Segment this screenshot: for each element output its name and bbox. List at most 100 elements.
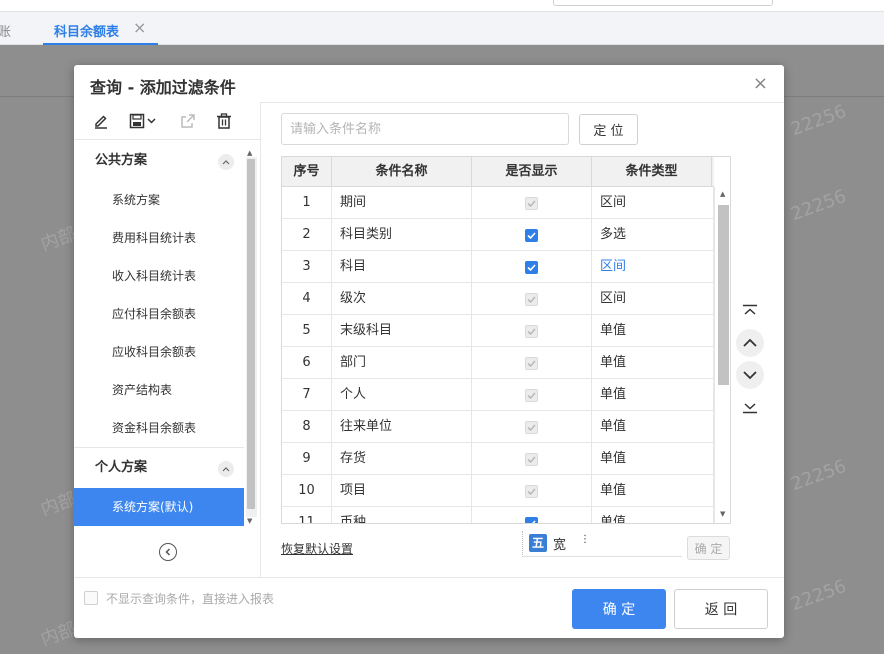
close-icon[interactable]: × [753, 73, 768, 94]
chevron-up-icon[interactable] [218, 154, 234, 170]
table-row[interactable]: 1 期间 区间 [282, 187, 714, 219]
ime-mode-indicator[interactable]: 五 [529, 534, 547, 552]
restore-defaults-link[interactable]: 恢复默认设置 [281, 540, 353, 557]
condition-name: 项目 [332, 475, 472, 507]
condition-type[interactable]: 单值 [592, 315, 714, 347]
tab-account-balance[interactable]: 科目余额表 × [43, 12, 158, 45]
edit-icon[interactable] [90, 110, 112, 132]
row-number: 1 [282, 187, 332, 219]
scheme-item[interactable]: 收入科目统计表 [74, 257, 244, 295]
show-checkbox [525, 292, 538, 306]
ime-toolbar: 五 宽 ⋮ [522, 531, 682, 557]
condition-type[interactable]: 单值 [592, 347, 714, 379]
row-number: 6 [282, 347, 332, 379]
condition-search-input[interactable] [281, 113, 569, 145]
scheme-item[interactable]: 费用科目统计表 [74, 219, 244, 257]
scrollbar-thumb[interactable] [718, 205, 729, 385]
condition-type[interactable]: 单值 [592, 475, 714, 507]
scheme-item[interactable]: 资产结构表 [74, 371, 244, 409]
scheme-item[interactable]: 应付科目余额表 [74, 295, 244, 333]
show-cell [472, 411, 592, 443]
table-header: 序号 条件名称 是否显示 条件类型 [282, 157, 714, 187]
show-cell [472, 507, 592, 523]
top-search-box[interactable] [553, 0, 773, 6]
row-number: 7 [282, 379, 332, 411]
show-cell [472, 315, 592, 347]
table-row[interactable]: 4 级次 区间 [282, 283, 714, 315]
delete-icon[interactable] [213, 110, 235, 132]
group-public-schemes[interactable]: 公共方案 [74, 141, 244, 181]
locate-button[interactable]: 定 位 [579, 114, 638, 145]
condition-table: 序号 条件名称 是否显示 条件类型 1 期间 区间 2 科目类别 多选 3 科目 区间 4 级次 区间… [281, 156, 731, 524]
show-checkbox [525, 324, 538, 338]
show-cell [472, 283, 592, 315]
move-to-top-icon[interactable] [736, 297, 764, 325]
tab-label: 科目余额表 [54, 25, 120, 40]
condition-type[interactable]: 单值 [592, 379, 714, 411]
condition-type[interactable]: 单值 [592, 443, 714, 475]
show-checkbox[interactable] [525, 516, 538, 523]
chevron-up-icon[interactable] [218, 461, 234, 477]
table-row[interactable]: 9 存货 单值 [282, 443, 714, 475]
scheme-list: 公共方案 系统方案 费用科目统计表 收入科目统计表 应付科目余额表 应收科目余额… [74, 141, 244, 531]
condition-name: 部门 [332, 347, 472, 379]
ime-width-indicator[interactable]: 宽 [553, 534, 566, 553]
condition-type[interactable]: 单值 [592, 507, 714, 523]
tab-previous-fragment[interactable]: 账 [0, 21, 11, 40]
scheme-item[interactable]: 应收科目余额表 [74, 333, 244, 371]
table-row[interactable]: 11 币种 单值 [282, 507, 714, 523]
row-number: 8 [282, 411, 332, 443]
move-down-icon[interactable] [736, 361, 764, 389]
scheme-toolbar [74, 102, 261, 140]
table-row[interactable]: 10 项目 单值 [282, 475, 714, 507]
column-header: 是否显示 [472, 157, 592, 187]
condition-type[interactable]: 区间 [592, 251, 714, 283]
scroll-down-arrow-icon[interactable]: ▼ [720, 510, 725, 518]
scheme-item-active[interactable]: 系统方案(默认) [74, 488, 244, 526]
table-row[interactable]: 6 部门 单值 [282, 347, 714, 379]
scroll-up-arrow-icon[interactable]: ▲ [247, 149, 252, 157]
scroll-up-arrow-icon[interactable]: ▲ [720, 190, 725, 198]
small-confirm-button[interactable]: 确 定 [687, 536, 730, 560]
condition-type[interactable]: 区间 [592, 283, 714, 315]
condition-type[interactable]: 多选 [592, 219, 714, 251]
scrollbar-thumb[interactable] [247, 159, 255, 509]
scheme-item[interactable]: 资金科目余额表 [74, 409, 244, 447]
move-up-icon[interactable] [736, 329, 764, 357]
row-number: 10 [282, 475, 332, 507]
table-row[interactable]: 3 科目 区间 [282, 251, 714, 283]
back-button[interactable]: 返 回 [674, 589, 768, 629]
collapse-panel-icon[interactable] [159, 543, 177, 561]
export-icon[interactable] [177, 110, 199, 132]
show-cell [472, 475, 592, 507]
table-row[interactable]: 5 末级科目 单值 [282, 315, 714, 347]
show-checkbox[interactable] [525, 228, 538, 242]
row-number: 5 [282, 315, 332, 347]
save-dropdown-icon[interactable] [128, 110, 160, 132]
row-number: 2 [282, 219, 332, 251]
scroll-down-arrow-icon[interactable]: ▼ [247, 517, 252, 525]
table-row[interactable]: 2 科目类别 多选 [282, 219, 714, 251]
condition-name: 科目 [332, 251, 472, 283]
confirm-button[interactable]: 确 定 [572, 589, 666, 629]
condition-name: 科目类别 [332, 219, 472, 251]
show-checkbox[interactable] [525, 260, 538, 274]
row-number: 9 [282, 443, 332, 475]
query-filter-dialog: 查询 - 添加过滤条件 × 公共方案 系统方案 费用科目统计表 收入科目统计表 … [74, 65, 784, 638]
row-number: 11 [282, 507, 332, 523]
scheme-scrollbar[interactable]: ▲ ▼ [245, 149, 257, 525]
move-to-bottom-icon[interactable] [736, 393, 764, 421]
table-row[interactable]: 8 往来单位 单值 [282, 411, 714, 443]
ime-menu-icon[interactable]: ⋮ [580, 534, 590, 545]
scheme-item[interactable]: 系统方案 [74, 181, 244, 219]
skip-conditions-checkbox[interactable] [84, 591, 98, 605]
condition-type[interactable]: 单值 [592, 411, 714, 443]
condition-name: 币种 [332, 507, 472, 523]
condition-type[interactable]: 区间 [592, 187, 714, 219]
table-scrollbar[interactable]: ▲ ▼ [714, 187, 730, 523]
show-cell [472, 443, 592, 475]
condition-name: 末级科目 [332, 315, 472, 347]
group-personal-schemes[interactable]: 个人方案 [74, 448, 244, 488]
tab-close-icon[interactable]: × [133, 18, 146, 37]
table-row[interactable]: 7 个人 单值 [282, 379, 714, 411]
